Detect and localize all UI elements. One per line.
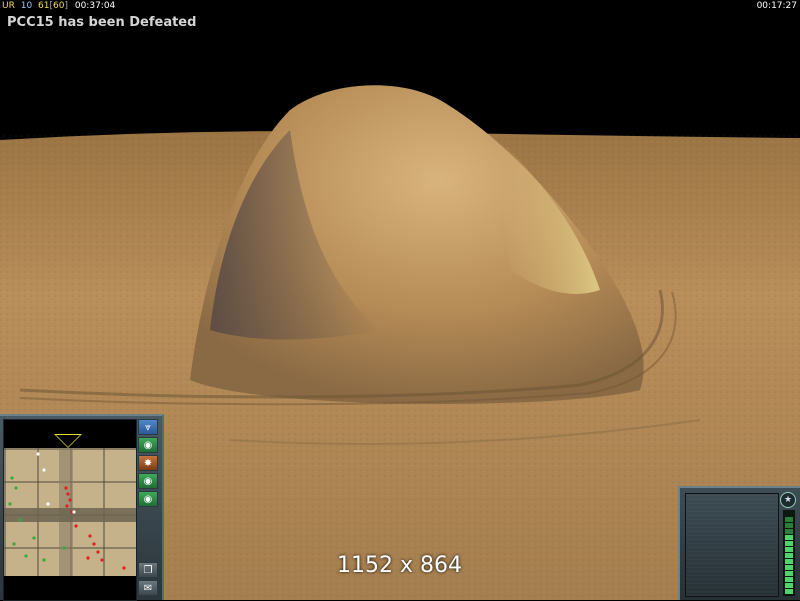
supply-count: 61	[38, 1, 50, 11]
meter-segment	[785, 547, 793, 552]
meter-segment	[785, 559, 793, 564]
minimap-unit-dot	[72, 510, 76, 514]
unit-count: 10	[20, 1, 33, 11]
radar-icon[interactable]: ◉	[138, 473, 158, 489]
meter-segment	[785, 529, 793, 534]
meter-segment	[785, 583, 793, 588]
minimap-unit-dot	[64, 486, 68, 490]
minimap-unit-dot	[32, 536, 36, 540]
minimap-panel: ⩔ ◉ ✸ ◉ ◉ ❐ ✉	[0, 414, 164, 601]
meter-segment	[785, 553, 793, 558]
radar-icon[interactable]: ◉	[138, 491, 158, 507]
resolution-overlay: 1152 x 864	[337, 553, 462, 578]
minimap[interactable]	[3, 419, 137, 601]
minimap-unit-dot	[65, 504, 69, 508]
meter-segment	[785, 577, 793, 582]
star-emblem-icon[interactable]: ★	[780, 492, 796, 508]
minimap-unit-dot	[42, 558, 46, 562]
rank-chevron-icon[interactable]: ⩔	[138, 419, 158, 435]
minimap-terrain	[4, 448, 136, 576]
minimap-unit-dot	[18, 518, 22, 522]
meter-segment	[785, 571, 793, 576]
minimap-unit-dot	[74, 524, 78, 528]
game-time: 00:37:04	[74, 1, 116, 11]
minimap-unit-dot	[10, 476, 14, 480]
resource-bar: UR 10 61[60] 00:37:04	[0, 0, 115, 12]
power-meter	[783, 510, 795, 596]
minimap-unit-dot	[92, 542, 96, 546]
minimap-unit-dot	[68, 498, 72, 502]
minimap-unit-dot	[8, 502, 12, 506]
unit-info-screen[interactable]	[685, 493, 779, 597]
supply-cap: [60]	[49, 1, 68, 11]
command-panel: ★	[678, 486, 800, 600]
minimap-unit-dot	[88, 534, 92, 538]
minimap-units	[8, 452, 126, 570]
defeat-message: PCC15 has been Defeated	[7, 15, 197, 30]
minimap-unit-dot	[66, 492, 70, 496]
meter-segment	[785, 517, 793, 522]
meter-segment	[785, 565, 793, 570]
minimap-unit-dot	[24, 554, 28, 558]
minimap-unit-dot	[100, 558, 104, 562]
window-icon[interactable]: ❐	[138, 562, 158, 578]
minimap-button-column: ⩔ ◉ ✸ ◉ ◉	[138, 419, 160, 509]
meter-segment	[785, 535, 793, 540]
minimap-unit-dot	[122, 566, 126, 570]
minimap-unit-dot	[42, 468, 46, 472]
minimap-button-column-bottom: ❐ ✉	[138, 562, 160, 598]
minimap-unit-dot	[62, 546, 66, 550]
radar-icon[interactable]: ◉	[138, 437, 158, 453]
minimap-unit-dot	[12, 542, 16, 546]
meter-segment	[785, 541, 793, 546]
minimap-unit-dot	[14, 486, 18, 490]
minimap-unit-dot	[36, 452, 40, 456]
meter-segment	[785, 523, 793, 528]
minimap-unit-dot	[96, 550, 100, 554]
minimap-unit-dot	[46, 502, 50, 506]
minimap-unit-dot	[86, 556, 90, 560]
chat-icon[interactable]: ✉	[138, 580, 158, 596]
meter-segment	[785, 589, 793, 594]
system-clock: 00:17:27	[756, 1, 797, 11]
faction-label: UR	[2, 1, 15, 11]
danger-icon[interactable]: ✸	[138, 455, 158, 471]
